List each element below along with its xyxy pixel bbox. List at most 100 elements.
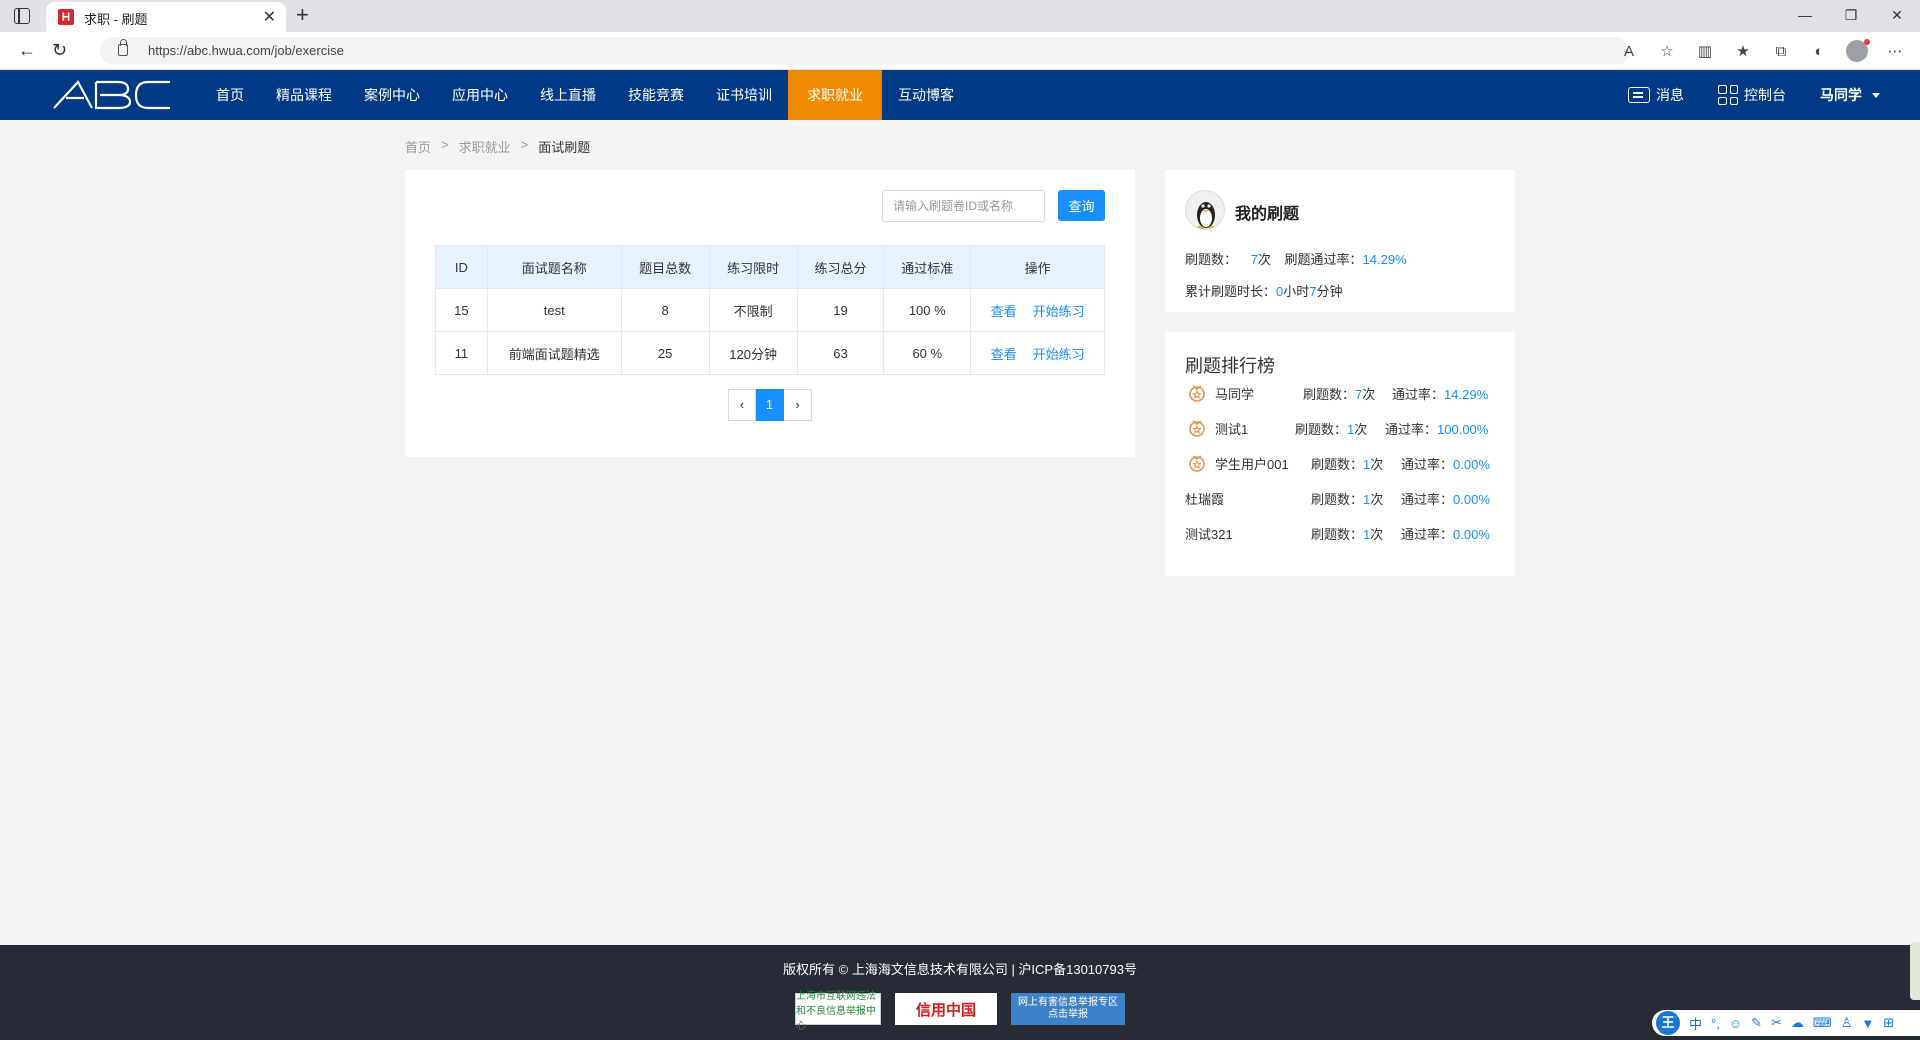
nav-item-courses[interactable]: 精品课程 xyxy=(260,70,348,120)
ranking-count-unit: 次 xyxy=(1370,492,1384,507)
nav-item-contest[interactable]: 技能竞赛 xyxy=(612,70,700,120)
browser-toolbar-icons: A ☆ ▥ ★ ⧉ ◐ ⋯ xyxy=(1618,32,1920,70)
ranking-rate-unit: % xyxy=(1478,527,1490,542)
ranking-row: 测试1 刷题数：1次 通过率：100.00% xyxy=(1185,417,1505,439)
cell-score: 19 xyxy=(796,288,885,332)
nav-item-blog[interactable]: 互动博客 xyxy=(882,70,970,120)
main-nav: 首页 精品课程 案例中心 应用中心 线上直播 技能竞赛 证书培训 求职就业 互动… xyxy=(200,70,970,120)
new-tab-button[interactable]: + xyxy=(296,3,309,27)
cell-total: 25 xyxy=(620,331,710,375)
keyboard-icon[interactable]: ⌨ xyxy=(1813,1015,1832,1031)
view-link[interactable]: 查看 xyxy=(991,304,1017,319)
ranking-count-label: 刷题数： xyxy=(1311,457,1364,472)
ranking-rate-unit: % xyxy=(1478,457,1490,472)
rate-label: 刷题通过率： xyxy=(1284,252,1363,267)
my-exercise-duration: 累计刷题时长：0小时7分钟 xyxy=(1185,281,1343,300)
grid-icon[interactable]: ⊞ xyxy=(1883,1015,1894,1031)
minimize-button[interactable]: — xyxy=(1782,0,1828,32)
page-button-current[interactable]: 1 xyxy=(756,389,784,421)
lock-icon[interactable] xyxy=(118,39,128,56)
refresh-icon[interactable]: ↻ xyxy=(52,40,67,61)
side-panel-handle[interactable] xyxy=(1910,942,1920,1000)
ranking-rate: 0.00 xyxy=(1453,457,1479,472)
breadcrumb-separator: > xyxy=(520,137,529,152)
skin-icon[interactable]: ▼ xyxy=(1861,1016,1874,1031)
console-grid-icon xyxy=(1718,85,1738,105)
view-link[interactable]: 查看 xyxy=(991,347,1017,362)
breadcrumb-current: 面试刷题 xyxy=(538,140,591,155)
add-favorite-icon[interactable]: ☆ xyxy=(1656,40,1678,62)
breadcrumb-home[interactable]: 首页 xyxy=(405,137,431,156)
pagination: ‹ 1 › xyxy=(728,389,812,421)
duration-minutes-unit: 分钟 xyxy=(1316,284,1343,299)
nav-item-cases[interactable]: 案例中心 xyxy=(348,70,436,120)
scissors-icon[interactable]: ✂ xyxy=(1771,1015,1782,1031)
split-screen-icon[interactable]: ▥ xyxy=(1694,40,1716,62)
prev-page-button[interactable]: ‹ xyxy=(728,389,756,421)
ranking-rate: 0.00 xyxy=(1453,527,1479,542)
tab-title: 求职 - 刷题 xyxy=(84,12,148,27)
ranking-row: 马同学 刷题数：7次 通过率：14.29% xyxy=(1185,382,1505,404)
favorites-icon[interactable]: ★ xyxy=(1732,40,1754,62)
breadcrumb: 首页 > 求职就业 > 面试刷题 xyxy=(405,137,590,156)
nav-item-home[interactable]: 首页 xyxy=(200,70,260,120)
url-field[interactable]: https://abc.hwua.com/job/exercise xyxy=(100,37,1630,65)
start-practice-link[interactable]: 开始练习 xyxy=(1033,304,1085,319)
ranking-count-label: 刷题数： xyxy=(1295,422,1348,437)
search-button[interactable]: 查询 xyxy=(1058,190,1105,221)
ranking-rate-unit: % xyxy=(1476,422,1489,437)
console-link[interactable]: 控制台 xyxy=(1718,85,1786,105)
chevron-down-icon xyxy=(1872,92,1880,98)
restore-button[interactable]: ❐ xyxy=(1828,0,1874,32)
read-aloud-icon[interactable]: A xyxy=(1618,40,1640,62)
cell-pass: 60 % xyxy=(883,331,972,375)
ime-mode-toggle[interactable]: 中 xyxy=(1689,1014,1702,1033)
emoji-icon[interactable]: ☺ xyxy=(1729,1016,1742,1031)
nav-item-apps[interactable]: 应用中心 xyxy=(436,70,524,120)
column-header-score: 练习总分 xyxy=(796,245,885,289)
start-practice-link[interactable]: 开始练习 xyxy=(1033,347,1085,362)
ranking-count-unit: 次 xyxy=(1370,527,1384,542)
tab-actions-icon[interactable] xyxy=(14,8,30,24)
back-arrow-icon[interactable]: ← xyxy=(18,40,36,61)
nav-item-certificate[interactable]: 证书培训 xyxy=(700,70,788,120)
breadcrumb-jobs[interactable]: 求职就业 xyxy=(459,137,511,156)
nav-item-jobs[interactable]: 求职就业 xyxy=(788,70,882,120)
ranking-count-label: 刷题数： xyxy=(1311,527,1364,542)
site-footer: 版权所有 © 上海海文信息技术有限公司 | 沪ICP备13010793号 上海市… xyxy=(0,945,1920,1040)
pen-icon[interactable]: ✎ xyxy=(1751,1015,1762,1031)
messages-link[interactable]: 消息 xyxy=(1628,85,1684,105)
browser-tab-active[interactable]: H 求职 - 刷题 ✕ xyxy=(46,2,286,32)
user-icon[interactable]: ♙ xyxy=(1841,1015,1853,1031)
credit-china-badge[interactable]: 信用中国 xyxy=(895,993,997,1025)
cell-id: 11 xyxy=(435,331,488,375)
close-tab-icon[interactable]: ✕ xyxy=(263,7,276,27)
profile-avatar-icon[interactable] xyxy=(1846,39,1870,62)
count-unit: 次 xyxy=(1257,252,1271,267)
cloud-icon[interactable]: ☁ xyxy=(1791,1015,1804,1031)
close-window-button[interactable]: ✕ xyxy=(1874,0,1920,32)
ranking-rate-label: 通过率： xyxy=(1401,457,1454,472)
cell-pass: 100 % xyxy=(883,288,972,332)
column-header-pass: 通过标准 xyxy=(883,245,972,289)
nav-item-live[interactable]: 线上直播 xyxy=(524,70,612,120)
ime-punct-toggle[interactable]: °, xyxy=(1711,1016,1720,1031)
search-input[interactable] xyxy=(882,190,1045,222)
edge-extension-icon[interactable]: ◐ xyxy=(1808,40,1830,62)
messages-label: 消息 xyxy=(1656,87,1684,103)
collections-icon[interactable]: ⧉ xyxy=(1770,40,1792,62)
ranking-count-label: 刷题数： xyxy=(1311,492,1364,507)
user-menu[interactable]: 马同学 xyxy=(1820,85,1880,105)
report-center-badge[interactable]: 上海市互联网违法和不良信息举报中心 xyxy=(795,991,881,1032)
url-text[interactable]: https://abc.hwua.com/job/exercise xyxy=(148,43,344,58)
more-options-icon[interactable]: ⋯ xyxy=(1884,40,1906,62)
ime-logo-icon[interactable]: 王 xyxy=(1656,1011,1680,1035)
next-page-button[interactable]: › xyxy=(784,389,812,421)
site-header: 首页 精品课程 案例中心 应用中心 线上直播 技能竞赛 证书培训 求职就业 互动… xyxy=(0,70,1920,120)
harmful-info-report-badge[interactable]: 网上有害信息举报专区 点击举报 xyxy=(1011,993,1125,1025)
abc-logo[interactable] xyxy=(52,78,172,112)
header-user-area: 消息 控制台 马同学 xyxy=(1628,70,1880,120)
site-favicon-icon: H xyxy=(58,9,74,25)
ranking-card: 刷题排行榜 马同学 刷题数：7次 通过率：14.29% 测试1 刷题数：1次 通… xyxy=(1165,332,1515,576)
console-label: 控制台 xyxy=(1744,87,1786,103)
